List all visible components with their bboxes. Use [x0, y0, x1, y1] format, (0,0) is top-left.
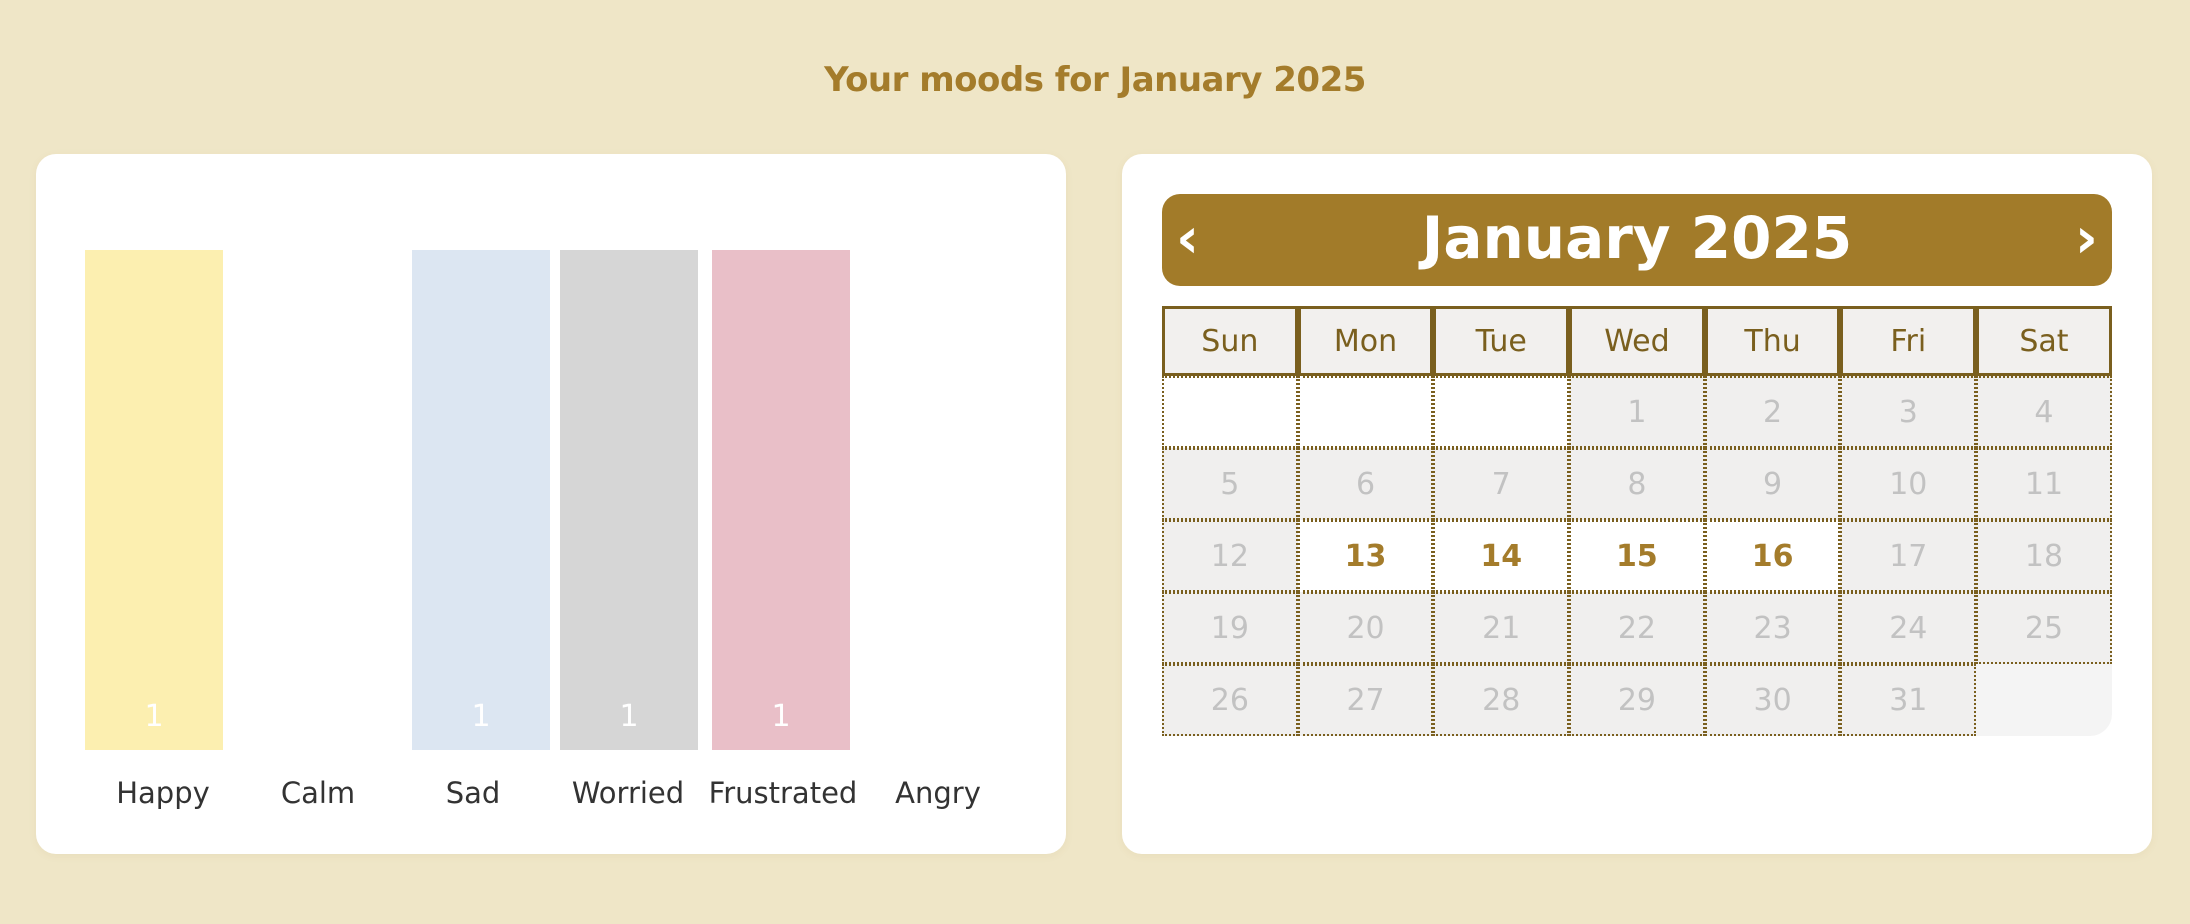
category-label-happy: Happy — [116, 776, 210, 810]
day-cell-15[interactable]: 15 — [1569, 520, 1705, 592]
bar-happy: 1 — [85, 250, 223, 750]
day-cell-12[interactable]: 12 — [1162, 520, 1298, 592]
day-cell-29[interactable]: 29 — [1569, 664, 1705, 736]
weekday-sun: Sun — [1162, 306, 1298, 376]
day-cell-24[interactable]: 24 — [1840, 592, 1977, 664]
day-cell-16[interactable]: 16 — [1704, 520, 1841, 592]
day-cell-21[interactable]: 21 — [1433, 592, 1570, 664]
bar-value-label: 1 — [471, 699, 491, 734]
bar-value-label: 1 — [771, 699, 791, 734]
day-cell-26[interactable]: 26 — [1162, 664, 1298, 736]
day-cell-4[interactable]: 4 — [1976, 376, 2112, 448]
day-cell-2[interactable]: 2 — [1704, 376, 1841, 448]
day-cell-14[interactable]: 14 — [1433, 520, 1570, 592]
day-cell-7[interactable]: 7 — [1433, 448, 1570, 520]
weekday-thu: Thu — [1704, 306, 1841, 376]
day-cell-23[interactable]: 23 — [1704, 592, 1841, 664]
week-row: 26 27 28 29 30 31 — [1162, 664, 2112, 736]
next-month-button[interactable]: › — [2075, 206, 2098, 271]
calendar-month-title: January 2025 — [1421, 204, 1853, 272]
week-row: 12 13 14 15 16 17 18 — [1162, 520, 2112, 592]
empty-day-cell — [1297, 376, 1434, 448]
day-cell-1[interactable]: 1 — [1569, 376, 1705, 448]
weekday-tue: Tue — [1433, 306, 1570, 376]
day-cell-17[interactable]: 17 — [1840, 520, 1977, 592]
weekday-header-row: Sun Mon Tue Wed Thu Fri Sat — [1162, 306, 2112, 376]
bar-value-label: 1 — [144, 699, 164, 734]
day-cell-19[interactable]: 19 — [1162, 592, 1298, 664]
calendar-grid: Sun Mon Tue Wed Thu Fri Sat 1 2 3 4 5 6 7 8 9 10 11 12 13 1… — [1162, 306, 2112, 736]
bar-value-label: 1 — [619, 699, 639, 734]
bar-worried: 1 — [560, 250, 698, 750]
day-cell-18[interactable]: 18 — [1976, 520, 2112, 592]
category-label-frustrated: Frustrated — [708, 776, 858, 810]
day-cell-10[interactable]: 10 — [1840, 448, 1977, 520]
day-cell-22[interactable]: 22 — [1569, 592, 1705, 664]
day-cell-8[interactable]: 8 — [1569, 448, 1705, 520]
calendar-header: ‹ January 2025 › — [1162, 194, 2112, 286]
day-cell-27[interactable]: 27 — [1297, 664, 1434, 736]
day-cell-13[interactable]: 13 — [1297, 520, 1434, 592]
day-cell-20[interactable]: 20 — [1297, 592, 1434, 664]
weekday-fri: Fri — [1840, 306, 1977, 376]
day-cell-28[interactable]: 28 — [1433, 664, 1570, 736]
category-label-worried: Worried — [571, 776, 685, 810]
day-cell-9[interactable]: 9 — [1704, 448, 1841, 520]
page-title: Your moods for January 2025 — [824, 60, 1366, 100]
category-label-sad: Sad — [445, 776, 501, 810]
category-label-calm: Calm — [280, 776, 356, 810]
empty-day-cell — [1976, 664, 2112, 736]
calendar-weeks: 1 2 3 4 5 6 7 8 9 10 11 12 13 14 15 16 17 18 19 20 21 22 23 24 2… — [1162, 376, 2112, 736]
day-cell-31[interactable]: 31 — [1840, 664, 1977, 736]
weekday-mon: Mon — [1297, 306, 1434, 376]
category-label-angry: Angry — [895, 776, 981, 810]
weekday-sat: Sat — [1976, 306, 2112, 376]
day-cell-5[interactable]: 5 — [1162, 448, 1298, 520]
week-row: 1234 — [1162, 376, 2112, 448]
empty-day-cell — [1162, 376, 1298, 448]
bar-frustrated: 1 — [712, 250, 850, 750]
empty-day-cell — [1433, 376, 1570, 448]
day-cell-3[interactable]: 3 — [1840, 376, 1977, 448]
day-cell-6[interactable]: 6 — [1297, 448, 1434, 520]
week-row: 19 20 21 22 23 24 25 — [1162, 592, 2112, 664]
day-cell-11[interactable]: 11 — [1976, 448, 2112, 520]
day-cell-25[interactable]: 25 — [1976, 592, 2112, 664]
day-cell-30[interactable]: 30 — [1704, 664, 1841, 736]
bar-sad: 1 — [412, 250, 550, 750]
week-row: 5 6 7 8 9 10 11 — [1162, 448, 2112, 520]
weekday-wed: Wed — [1569, 306, 1705, 376]
